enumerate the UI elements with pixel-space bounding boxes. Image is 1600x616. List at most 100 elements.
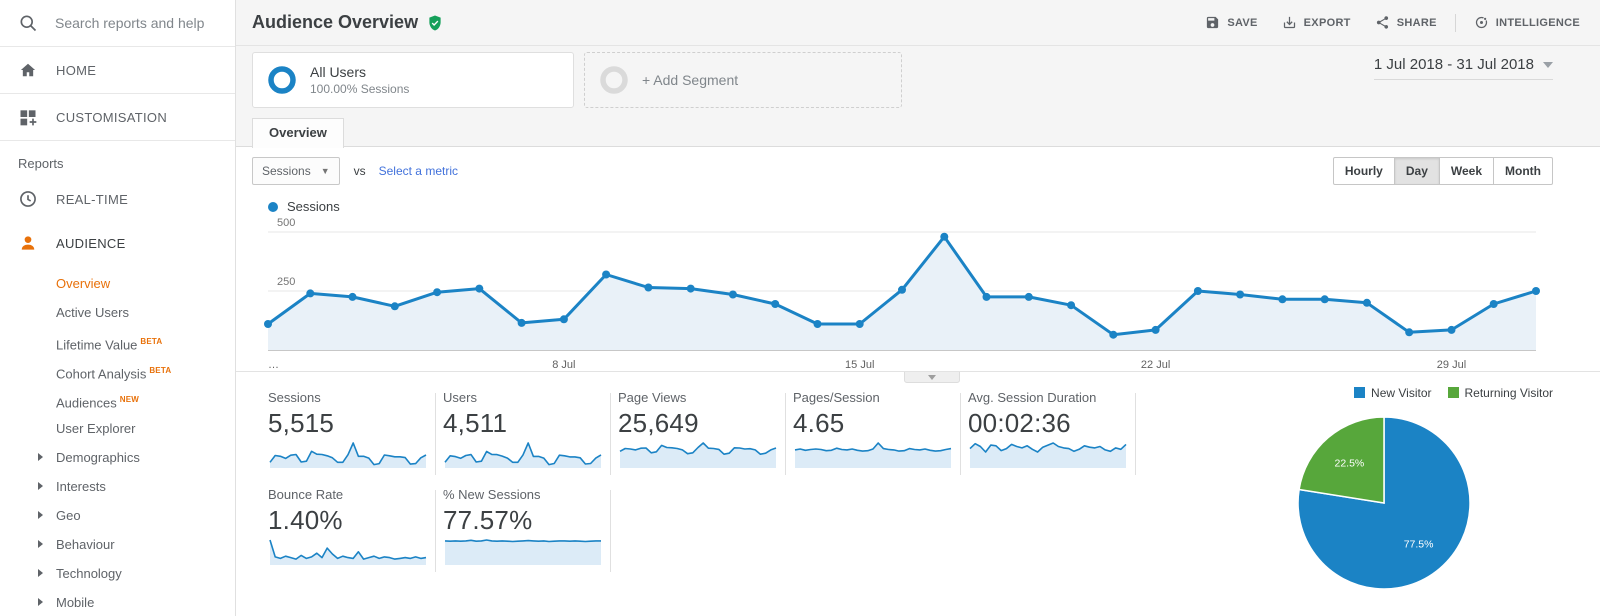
segment-all-users[interactable]: All Users 100.00% Sessions (252, 52, 574, 108)
sidebar: HOME CUSTOMISATION Reports REAL-TIME AUD… (0, 0, 236, 616)
scorecard-value: 5,515 (268, 408, 335, 438)
expand-arrow-icon (38, 453, 43, 461)
sidebar-item-audience[interactable]: AUDIENCE (0, 221, 235, 265)
granularity-month-button[interactable]: Month (1494, 157, 1553, 185)
expand-arrow-icon (38, 482, 43, 490)
date-range-picker[interactable]: 1 Jul 2018 - 31 Jul 2018 (1373, 56, 1553, 80)
scorecard-bounce-rate[interactable]: Bounce Rate 1.40% (268, 487, 430, 571)
sidebar-item-technology[interactable]: Technology (0, 559, 235, 588)
scorecard-sparkline (444, 539, 601, 565)
scorecard-value: 4,511 (443, 408, 508, 438)
scorecard-value: 00:02:36 (968, 408, 1071, 438)
metric-dropdown[interactable]: Sessions ▼ (252, 157, 340, 185)
svg-text:22 Jul: 22 Jul (1141, 359, 1170, 371)
granularity-hourly-button[interactable]: Hourly (1332, 157, 1395, 185)
share-button[interactable]: SHARE (1365, 9, 1447, 36)
scorecard-label: Users (443, 390, 477, 405)
granularity-week-button[interactable]: Week (1439, 157, 1495, 185)
segment-donut-icon (268, 66, 296, 94)
toolbar: SAVE EXPORT SHARE INTELLIGENCE (1195, 9, 1590, 36)
scorecard-page-views[interactable]: Page Views 25,649 (618, 390, 780, 474)
chevron-down-icon: ▼ (320, 166, 330, 176)
sidebar-item-interests[interactable]: Interests (0, 472, 235, 501)
sessions-line-chart[interactable]: 250 500 … 8 Jul 15 Jul 22 Jul 29 Jul (252, 212, 1552, 374)
sidebar-item-active-users[interactable]: Active Users (0, 298, 235, 327)
scorecard-label: % New Sessions (443, 487, 541, 502)
segment-title: All Users (310, 64, 367, 80)
sidebar-item-demographics[interactable]: Demographics (0, 443, 235, 472)
search-input[interactable] (55, 15, 225, 31)
save-button[interactable]: SAVE (1195, 9, 1267, 36)
scorecard-separator (610, 393, 611, 475)
sidebar-item-lifetime-value[interactable]: Lifetime Value BETA (0, 327, 235, 356)
select-metric-link[interactable]: Select a metric (379, 164, 458, 178)
sidebar-item-real-time[interactable]: REAL-TIME (0, 177, 235, 221)
scorecard-separator (435, 393, 436, 475)
sidebar-item-customisation[interactable]: CUSTOMISATION (0, 94, 235, 141)
sidebar-item-cohort-analysis[interactable]: Cohort Analysis BETA (0, 356, 235, 385)
search-icon (20, 15, 37, 32)
scorecard-value: 77.57% (443, 505, 533, 535)
scorecard-label: Avg. Session Duration (968, 390, 1097, 405)
segment-subtitle: 100.00% Sessions (310, 82, 410, 96)
sidebar-item-geo[interactable]: Geo (0, 501, 235, 530)
export-button[interactable]: EXPORT (1272, 9, 1361, 36)
audience-subnav: Overview Active Users Lifetime Value BETA… (0, 265, 235, 616)
scorecard-separator (610, 490, 611, 572)
scorecard-label: Bounce Rate (268, 487, 344, 502)
sidebar-item-mobile[interactable]: Mobile (0, 588, 235, 616)
sessions-legend-dot (268, 201, 278, 212)
person-icon (21, 236, 35, 250)
sidebar-item-label: HOME (56, 62, 97, 78)
granularity-toggle: Hourly Day Week Month (1332, 157, 1553, 185)
home-icon (20, 63, 36, 77)
verified-shield-icon (429, 15, 441, 30)
chevron-down-icon (928, 374, 936, 380)
sidebar-item-home[interactable]: HOME (0, 47, 235, 94)
sidebar-section-reports: Reports (18, 156, 64, 171)
tab-overview[interactable]: Overview (252, 118, 344, 148)
scorecard-pages-session[interactable]: Pages/Session 4.65 (793, 390, 955, 474)
sidebar-item-overview[interactable]: Overview (0, 269, 235, 298)
sidebar-item-user-explorer[interactable]: User Explorer (0, 414, 235, 443)
chart-expand-tab[interactable] (904, 372, 960, 383)
pie-legend: New Visitor Returning Visitor (1354, 386, 1553, 400)
scorecard-sparkline (444, 442, 602, 468)
expand-arrow-icon (38, 540, 43, 548)
svg-text:…: … (268, 359, 279, 371)
download-icon (1283, 16, 1295, 29)
intelligence-icon (1475, 16, 1487, 29)
scorecard-sparkline (794, 442, 952, 468)
scorecard--new-sessions[interactable]: % New Sessions 77.57% (443, 487, 605, 571)
scorecard-value: 1.40% (268, 505, 343, 535)
scorecard-sparkline (269, 442, 427, 468)
scorecard-sessions[interactable]: Sessions 5,515 (268, 390, 430, 474)
sidebar-search[interactable] (0, 0, 235, 47)
sidebar-item-audiences[interactable]: Audiences NEW (0, 385, 235, 414)
chevron-down-icon (1543, 61, 1553, 68)
intelligence-button[interactable]: INTELLIGENCE (1464, 9, 1590, 36)
granularity-day-button[interactable]: Day (1394, 157, 1440, 185)
expand-arrow-icon (38, 598, 43, 606)
scorecard-separator (1135, 393, 1136, 475)
new-badge: NEW (119, 395, 139, 404)
scorecard-users[interactable]: Users 4,511 (443, 390, 605, 474)
sidebar-item-behaviour[interactable]: Behaviour (0, 530, 235, 559)
new-visitor-swatch (1354, 387, 1366, 398)
svg-text:250: 250 (277, 276, 295, 288)
add-segment-button[interactable]: + Add Segment (584, 52, 902, 108)
svg-text:15 Jul: 15 Jul (845, 359, 874, 371)
share-icon (1376, 16, 1388, 29)
main-content: Audience Overview SAVE EXPORT SHARE INTE… (236, 0, 1600, 616)
beta-badge: BETA (149, 366, 172, 375)
customisation-icon (20, 110, 37, 126)
scorecard-sparkline (969, 442, 1127, 468)
visitor-type-pie-chart[interactable]: 77.5% 22.5% (1293, 412, 1475, 594)
scorecard-avg-session-duration[interactable]: Avg. Session Duration 00:02:36 (968, 390, 1130, 474)
svg-text:8 Jul: 8 Jul (552, 359, 575, 371)
scorecard-sparkline (619, 442, 777, 468)
svg-text:77.5%: 77.5% (1404, 539, 1434, 551)
expand-arrow-icon (38, 569, 43, 577)
page-title: Audience Overview (252, 12, 419, 32)
svg-text:500: 500 (277, 217, 295, 229)
